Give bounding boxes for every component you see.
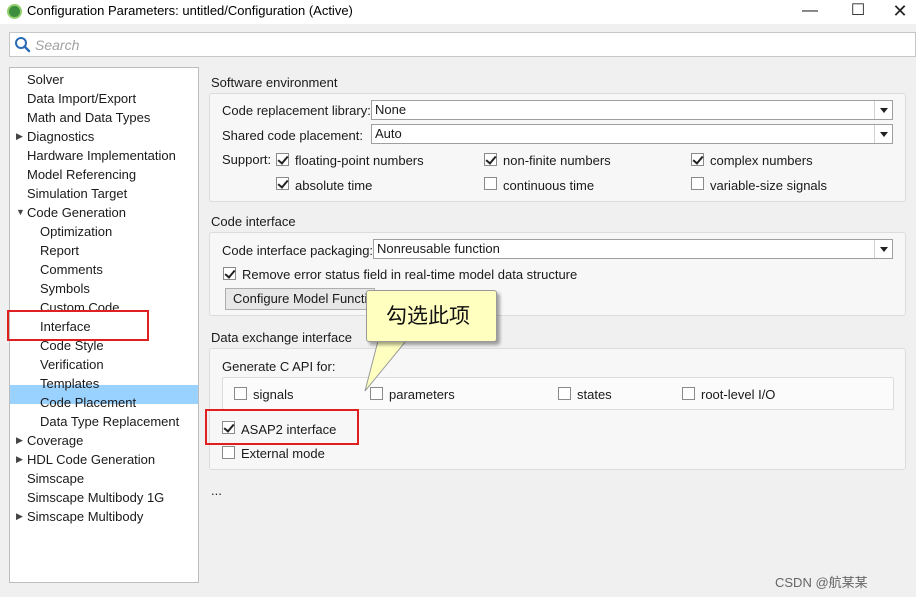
collapsed-arrow-icon[interactable]: ▶ [16,450,24,469]
expanded-arrow-icon[interactable]: ▼ [16,203,25,222]
variable-size-label: variable-size signals [710,178,828,193]
code-interface-packaging-dropdown[interactable]: Nonreusable function [373,239,893,259]
data-exchange-title: Data exchange interface [211,330,352,345]
search-input[interactable] [35,35,895,54]
external-mode-label: External mode [241,446,325,461]
tree-item-templates[interactable]: Templates [40,374,99,393]
code-replacement-library-value: None [375,102,407,117]
code-interface-title: Code interface [211,214,296,229]
window-title: Configuration Parameters: untitled/Confi… [27,3,353,18]
signals-label: signals [253,387,294,402]
tree-item-code-placement[interactable]: Code Placement [40,393,136,412]
shared-code-placement-value: Auto [375,126,402,141]
watermark: CSDN @航某某 [775,575,868,590]
search-icon [15,37,31,53]
continuous-time-checkbox[interactable] [484,177,497,190]
tree-item-data-type-replacement[interactable]: Data Type Replacement [40,412,179,431]
absolute-time-checkbox[interactable] [276,177,289,190]
tree-item-hdl-code-generation[interactable]: HDL Code Generation [27,450,155,469]
states-label: states [577,387,612,402]
simulink-app-icon [7,4,22,19]
continuous-time-label: continuous time [503,178,595,193]
close-button[interactable]: ✕ [880,0,916,24]
tree-item-math-and-data-types[interactable]: Math and Data Types [27,108,150,127]
tree-item-data-import-export[interactable]: Data Import/Export [27,89,136,108]
collapsed-arrow-icon[interactable]: ▶ [16,507,24,526]
tree-item-verification[interactable]: Verification [40,355,104,374]
signals-checkbox[interactable] [234,387,247,400]
tree-item-comments[interactable]: Comments [40,260,103,279]
floating-point-checkbox[interactable] [276,153,289,166]
generate-c-api-label: Generate C API for: [222,359,336,374]
tree-item-hardware-implementation[interactable]: Hardware Implementation [27,146,176,165]
support-label: Support: [222,152,272,167]
code-interface-packaging-label: Code interface packaging: [222,243,374,258]
search-bar [9,32,916,57]
non-finite-label: non-finite numbers [503,153,611,168]
absolute-time-label: absolute time [295,178,373,193]
chevron-down-icon[interactable] [874,240,892,258]
tree-item-simulation-target[interactable]: Simulation Target [27,184,127,203]
complex-checkbox[interactable] [691,153,704,166]
interface-highlight-box [7,310,149,341]
remove-error-status-label: Remove error status field in real-time m… [242,267,578,282]
callout-pointer [364,340,408,392]
tree-item-coverage[interactable]: Coverage [27,431,83,450]
tree-item-symbols[interactable]: Symbols [40,279,90,298]
states-checkbox[interactable] [558,387,571,400]
chevron-down-icon[interactable] [874,125,892,143]
code-replacement-library-label: Code replacement library: [222,103,371,118]
title-bar: Configuration Parameters: untitled/Confi… [0,0,916,24]
maximize-button[interactable]: ☐ [838,0,878,24]
tree-item-code-generation[interactable]: Code Generation [27,203,126,222]
tree-item-solver[interactable]: Solver [27,70,64,89]
tree-item-simscape-multibody[interactable]: Simscape Multibody [27,507,143,526]
variable-size-checkbox[interactable] [691,177,704,190]
configure-model-functions-button[interactable]: Configure Model Functions [225,288,375,310]
complex-label: complex numbers [710,153,813,168]
asap2-highlight-box [205,409,359,445]
tree-item-simscape[interactable]: Simscape [27,469,84,488]
callout-text: 勾选此项 [386,304,470,328]
non-finite-checkbox[interactable] [484,153,497,166]
tree-item-optimization[interactable]: Optimization [40,222,112,241]
floating-point-label: floating-point numbers [295,153,424,168]
code-replacement-library-dropdown[interactable]: None [371,100,893,120]
remove-error-status-checkbox[interactable] [223,267,236,280]
root-level-io-checkbox[interactable] [682,387,695,400]
shared-code-placement-label: Shared code placement: [222,128,363,143]
tree-item-report[interactable]: Report [40,241,79,260]
collapsed-arrow-icon[interactable]: ▶ [16,431,24,450]
software-environment-title: Software environment [211,75,338,90]
more-options-ellipsis[interactable]: ... [211,483,222,498]
chevron-down-icon[interactable] [874,101,892,119]
shared-code-placement-dropdown[interactable]: Auto [371,124,893,144]
tree-item-diagnostics[interactable]: Diagnostics [27,127,94,146]
code-interface-packaging-value: Nonreusable function [377,241,500,256]
external-mode-checkbox[interactable] [222,446,235,459]
minimize-button[interactable]: — [790,0,830,24]
collapsed-arrow-icon[interactable]: ▶ [16,127,24,146]
tree-item-model-referencing[interactable]: Model Referencing [27,165,136,184]
tree-item-simscape-multibody-1g[interactable]: Simscape Multibody 1G [27,488,164,507]
root-level-io-label: root-level I/O [701,387,776,402]
